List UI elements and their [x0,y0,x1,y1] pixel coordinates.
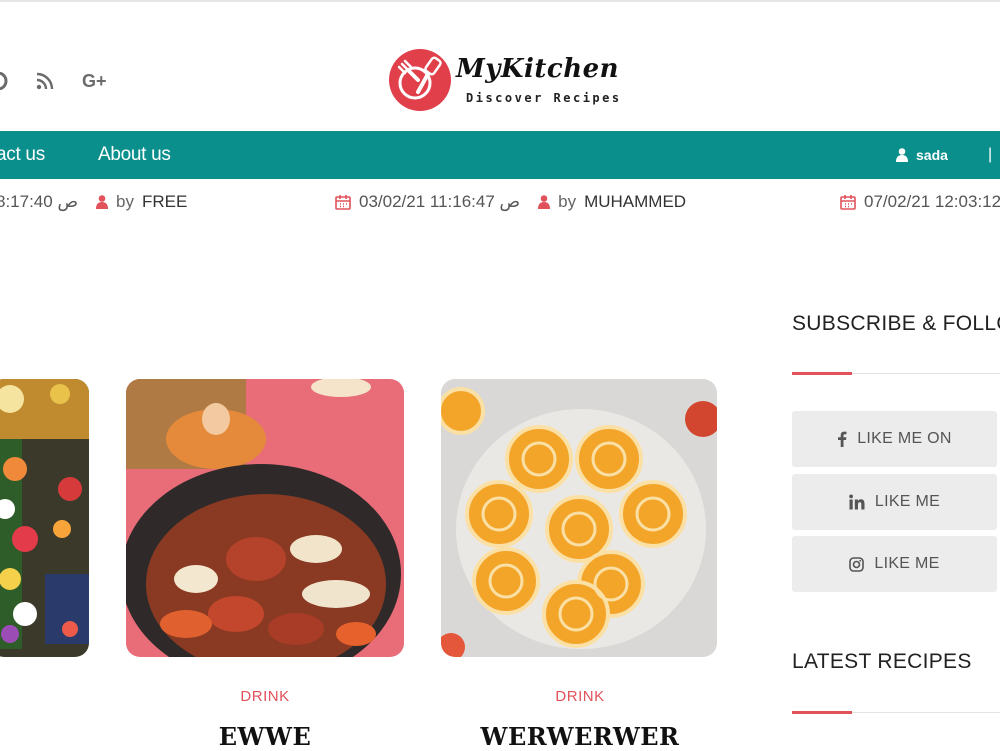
user-icon [896,148,908,162]
ticker-item[interactable]: 07/02/21 12:03:12 [840,182,1000,222]
main-navbar: act us About us sada | [0,131,1000,179]
post-title[interactable]: WERWERWER [441,722,719,751]
latest-recipes-heading: LATEST RECIPES [792,650,972,673]
user-name: sada [916,147,948,163]
post-image-tagine[interactable] [126,379,404,657]
user-icon [538,195,551,209]
post-image-cookies[interactable] [441,379,717,657]
rss-icon[interactable] [36,66,54,96]
ticker-author[interactable]: MUHAMMED [584,182,686,222]
news-ticker: 8:17:40 ص by FREE 03/02/21 11:16:47 ص by… [0,182,1000,222]
post-image-market[interactable] [0,379,89,657]
calendar-icon [335,195,351,210]
post-title[interactable]: EWWE [126,722,404,751]
post-category[interactable]: DRINK [126,688,404,705]
nav-contact-us[interactable]: act us [0,131,45,179]
linkedin-like-button[interactable]: LIKE ME [792,474,997,530]
ticker-by: by [116,192,134,211]
ticker-item[interactable]: 8:17:40 ص by FREE [0,182,187,222]
instagram-like-label: LIKE ME [874,555,940,572]
google-plus-icon[interactable]: G+ [82,66,107,96]
logo-mark-icon [389,49,451,111]
facebook-like-label: LIKE ME ON [857,430,952,447]
user-menu[interactable]: sada [896,131,948,179]
user-icon [96,195,109,209]
instagram-icon [849,556,865,572]
site-logo[interactable]: MyKitchen Discover Recipes [388,48,638,114]
post-category[interactable]: DRINK [441,688,719,705]
ticker-by: by [558,192,577,211]
ticker-author[interactable]: FREE [142,182,187,222]
skype-icon[interactable] [0,66,8,96]
logo-name: MyKitchen [456,54,620,84]
heading-divider [792,372,1000,375]
ticker-date: 03/02/21 11:16:47 ص [359,192,521,211]
subscribe-follow-heading: SUBSCRIBE & FOLLO [792,312,1000,335]
facebook-icon [838,431,847,447]
facebook-like-button[interactable]: LIKE ME ON [792,411,997,467]
instagram-like-button[interactable]: LIKE ME [792,536,997,592]
ticker-date: 8:17:40 ص [0,192,79,211]
linkedin-icon [849,494,865,510]
heading-divider [792,711,1000,714]
ticker-item[interactable]: 03/02/21 11:16:47 ص by MUHAMMED [335,182,686,222]
nav-separator: | [988,146,993,163]
ticker-date: 07/02/21 12:03:12 [864,192,1000,211]
nav-about-us[interactable]: About us [98,131,171,179]
linkedin-like-label: LIKE ME [874,493,941,510]
top-border [0,0,1000,2]
calendar-icon [840,195,856,210]
logo-tagline: Discover Recipes [466,91,622,105]
